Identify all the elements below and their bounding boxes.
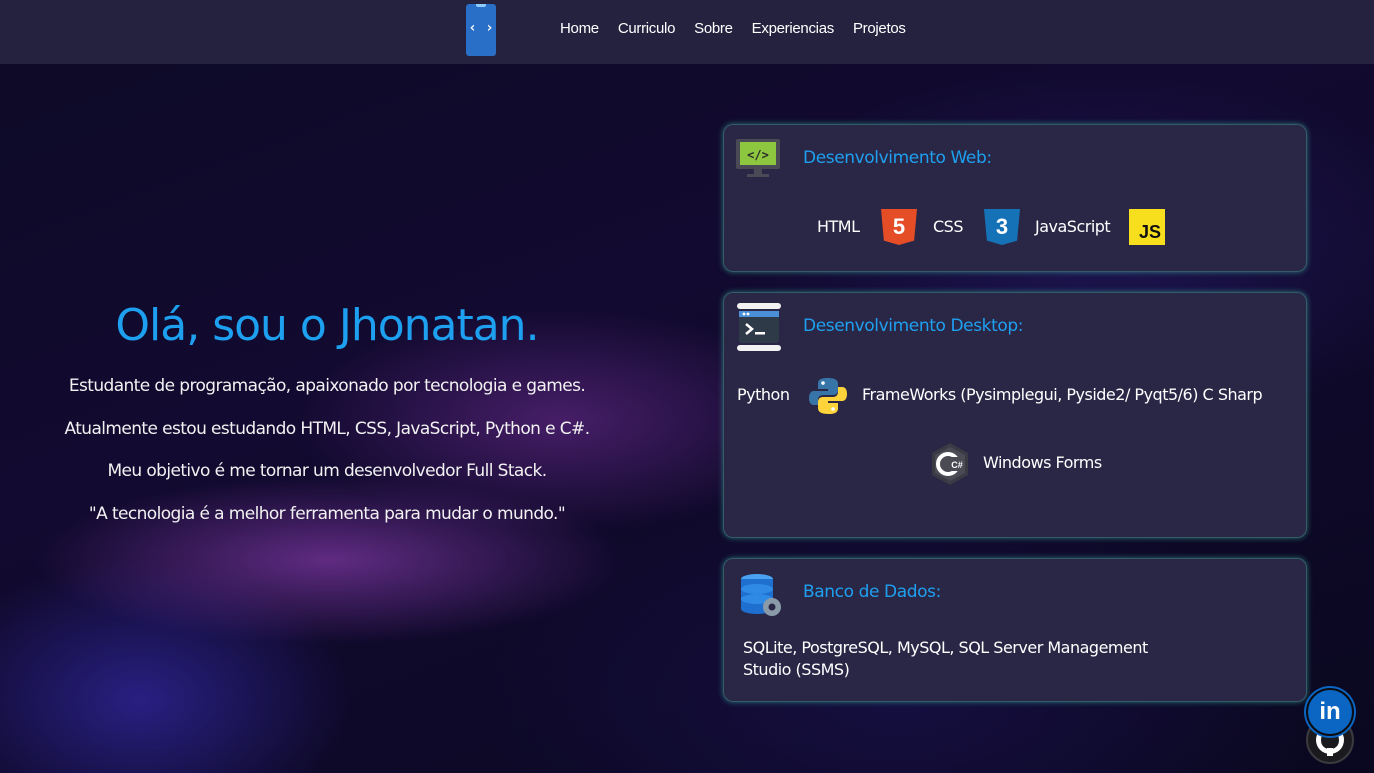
hero-line-3: Meu objetivo é me tornar um desenvolvedo… xyxy=(107,461,547,481)
database-icon xyxy=(741,574,781,616)
linkedin-icon: in xyxy=(1319,698,1341,725)
nav-link-sobre[interactable]: Sobre xyxy=(694,20,733,37)
database-list-line-2: Studio (SSMS) xyxy=(743,660,850,679)
logo-code-glyph: ‹ › xyxy=(468,20,494,36)
svg-text:</>: </> xyxy=(747,148,769,162)
nav-links: Home Curriculo Sobre Experiencias Projet… xyxy=(560,20,906,37)
hero-title: Olá, sou o Jhonatan. xyxy=(115,300,539,351)
nav-link-experiencias[interactable]: Experiencias xyxy=(752,20,835,37)
hero-line-4: "A tecnologia é a melhor ferramenta para… xyxy=(88,504,566,524)
code-monitor-icon: </> xyxy=(736,139,780,177)
csharp-icon: C# xyxy=(932,443,968,485)
card-web-development: </> Desenvolvimento Web: HTML 5 CSS 3 Ja… xyxy=(723,124,1307,272)
card-database: Banco de Dados: SQLite, PostgreSQL, MySQ… xyxy=(723,558,1307,702)
hero-line-2: Atualmente estou estudando HTML, CSS, Ja… xyxy=(64,419,590,439)
card-web-title: Desenvolvimento Web: xyxy=(803,148,992,168)
logo-icon[interactable]: ‹ › xyxy=(466,4,496,56)
css3-icon: 3 xyxy=(984,209,1020,245)
linkedin-button[interactable]: in xyxy=(1306,688,1354,736)
csharp-badge-text: C# xyxy=(951,460,963,470)
tech-windows-forms-label: Windows Forms xyxy=(983,453,1102,472)
card-desktop-title: Desenvolvimento Desktop: xyxy=(803,316,1024,336)
python-icon xyxy=(809,378,847,414)
card-desktop-development: Desenvolvimento Desktop: Python FrameWor… xyxy=(723,292,1307,538)
card-database-title: Banco de Dados: xyxy=(803,582,941,602)
tech-javascript-label: JavaScript xyxy=(1035,217,1111,236)
tech-python-label: Python xyxy=(737,385,790,404)
nav-link-home[interactable]: Home xyxy=(560,20,599,37)
tech-frameworks-label: FrameWorks (Pysimplegui, Pyside2/ Pyqt5/… xyxy=(862,385,1263,404)
nav-link-curriculo[interactable]: Curriculo xyxy=(618,20,676,37)
terminal-icon xyxy=(737,303,781,351)
tech-html-label: HTML xyxy=(817,217,860,236)
tech-css-label: CSS xyxy=(933,217,963,236)
hero-line-1: Estudante de programação, apaixonado por… xyxy=(68,376,586,396)
nav-link-projetos[interactable]: Projetos xyxy=(853,20,906,37)
top-navbar: ‹ › Home Curriculo Sobre Experiencias Pr… xyxy=(0,0,1374,64)
database-list-line-1: SQLite, PostgreSQL, MySQL, SQL Server Ma… xyxy=(743,638,1148,657)
html5-icon: 5 xyxy=(881,209,917,245)
logo-notch xyxy=(476,4,486,7)
javascript-icon: JS xyxy=(1129,209,1165,245)
